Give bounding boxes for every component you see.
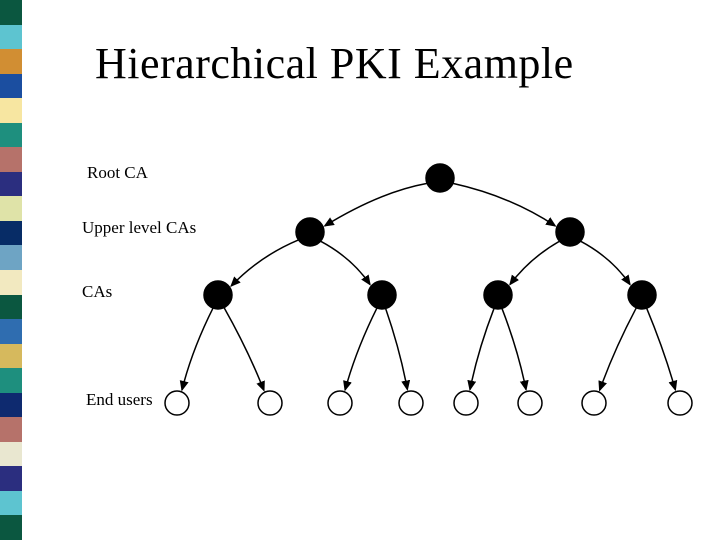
hierarchy-diagram: [0, 0, 720, 540]
node-end: [518, 391, 542, 415]
node-upper: [556, 218, 584, 246]
tree-edge: [470, 308, 494, 389]
node-end: [582, 391, 606, 415]
tree-edge: [386, 309, 408, 390]
node-end: [328, 391, 352, 415]
tree-edge: [600, 308, 637, 390]
tree-edge: [182, 308, 213, 390]
node-cas: [628, 281, 656, 309]
node-end: [165, 391, 189, 415]
node-end: [454, 391, 478, 415]
node-end: [258, 391, 282, 415]
node-cas: [204, 281, 232, 309]
node-cas: [484, 281, 512, 309]
tree-edge: [325, 183, 427, 225]
tree-edge: [231, 240, 298, 286]
tree-edge: [502, 308, 526, 389]
tree-edge: [510, 241, 559, 284]
node-cas: [368, 281, 396, 309]
tree-edge: [647, 308, 676, 390]
tree-edge: [321, 241, 370, 284]
node-root: [426, 164, 454, 192]
tree-edge: [345, 308, 377, 390]
node-end: [399, 391, 423, 415]
tree-edge: [224, 308, 264, 391]
tree-edge: [453, 183, 555, 225]
tree-edge: [581, 241, 630, 284]
node-upper: [296, 218, 324, 246]
node-end: [668, 391, 692, 415]
